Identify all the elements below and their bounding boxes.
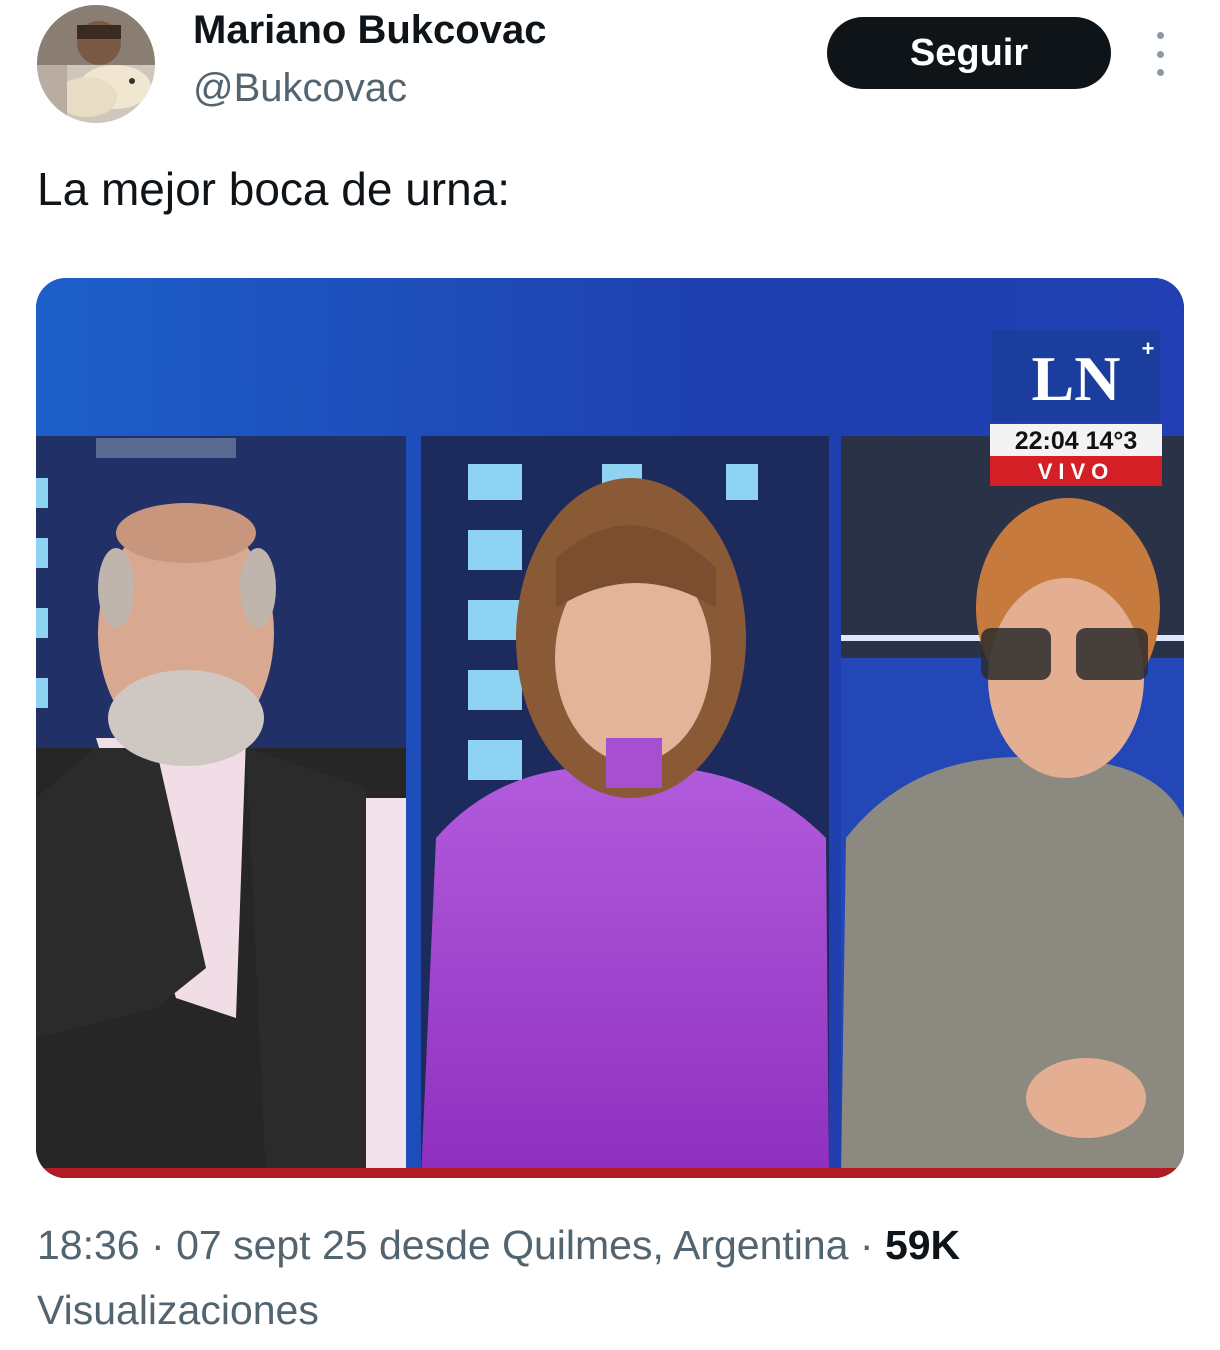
separator: · bbox=[859, 1222, 874, 1268]
separator: · bbox=[151, 1222, 165, 1268]
broadcast-clock: 22:04 14°3 bbox=[1015, 427, 1138, 455]
svg-text:+: + bbox=[1142, 336, 1155, 361]
tweet-location: desde Quilmes, Argentina bbox=[378, 1222, 849, 1268]
tweet-meta: 18:36 · 07 sept 25 desde Quilmes, Argent… bbox=[37, 1222, 960, 1269]
author-avatar[interactable] bbox=[37, 5, 155, 123]
tweet-media-image[interactable]: LN + 22:04 14°3 VIVO bbox=[36, 278, 1184, 1178]
author-handle[interactable]: @Bukcovac bbox=[193, 66, 407, 111]
author-name[interactable]: Mariano Bukcovac bbox=[193, 8, 546, 53]
tweet-time[interactable]: 18:36 bbox=[37, 1222, 140, 1268]
dot bbox=[1156, 50, 1164, 58]
dot bbox=[1156, 32, 1164, 39]
follow-button[interactable]: Seguir bbox=[827, 17, 1111, 89]
avatar-photo bbox=[37, 5, 155, 123]
tweet-text: La mejor boca de urna: bbox=[37, 163, 511, 215]
live-badge: VIVO bbox=[1038, 459, 1115, 484]
channel-logo: LN bbox=[1032, 343, 1121, 414]
views-count: 59K bbox=[884, 1222, 961, 1268]
dot bbox=[1156, 69, 1164, 76]
tweet-date[interactable]: 07 sept 25 bbox=[176, 1222, 368, 1268]
tv-screenshot: LN + 22:04 14°3 VIVO bbox=[36, 278, 1184, 1178]
views-label: Visualizaciones bbox=[37, 1287, 319, 1333]
more-vertical-icon[interactable] bbox=[1148, 32, 1172, 76]
